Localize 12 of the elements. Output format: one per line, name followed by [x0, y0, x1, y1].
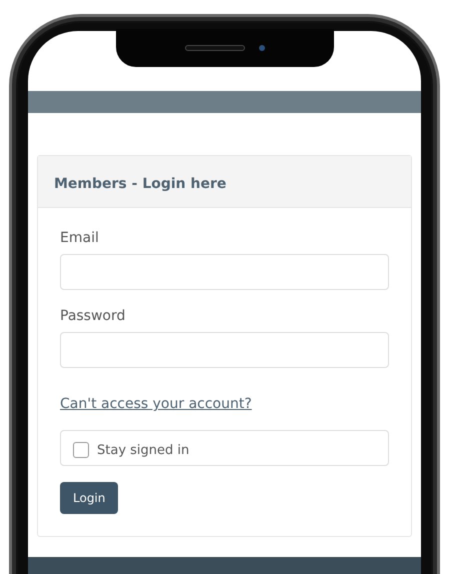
checkbox[interactable]: [73, 442, 89, 458]
field-label: Email: [60, 230, 100, 246]
card-title: Members - Login here: [54, 176, 226, 192]
camera-icon: [258, 45, 264, 51]
input-field[interactable]: [60, 254, 389, 290]
stay-signed-in-option[interactable]: Stay signed in: [60, 430, 389, 466]
account-link[interactable]: Can't access your account?: [60, 396, 252, 412]
input-field[interactable]: [60, 332, 389, 368]
login-button[interactable]: Login: [60, 482, 118, 514]
speaker-icon: [184, 45, 244, 51]
field-label: Password: [60, 308, 126, 324]
checkbox-label: Stay signed in: [97, 442, 190, 458]
